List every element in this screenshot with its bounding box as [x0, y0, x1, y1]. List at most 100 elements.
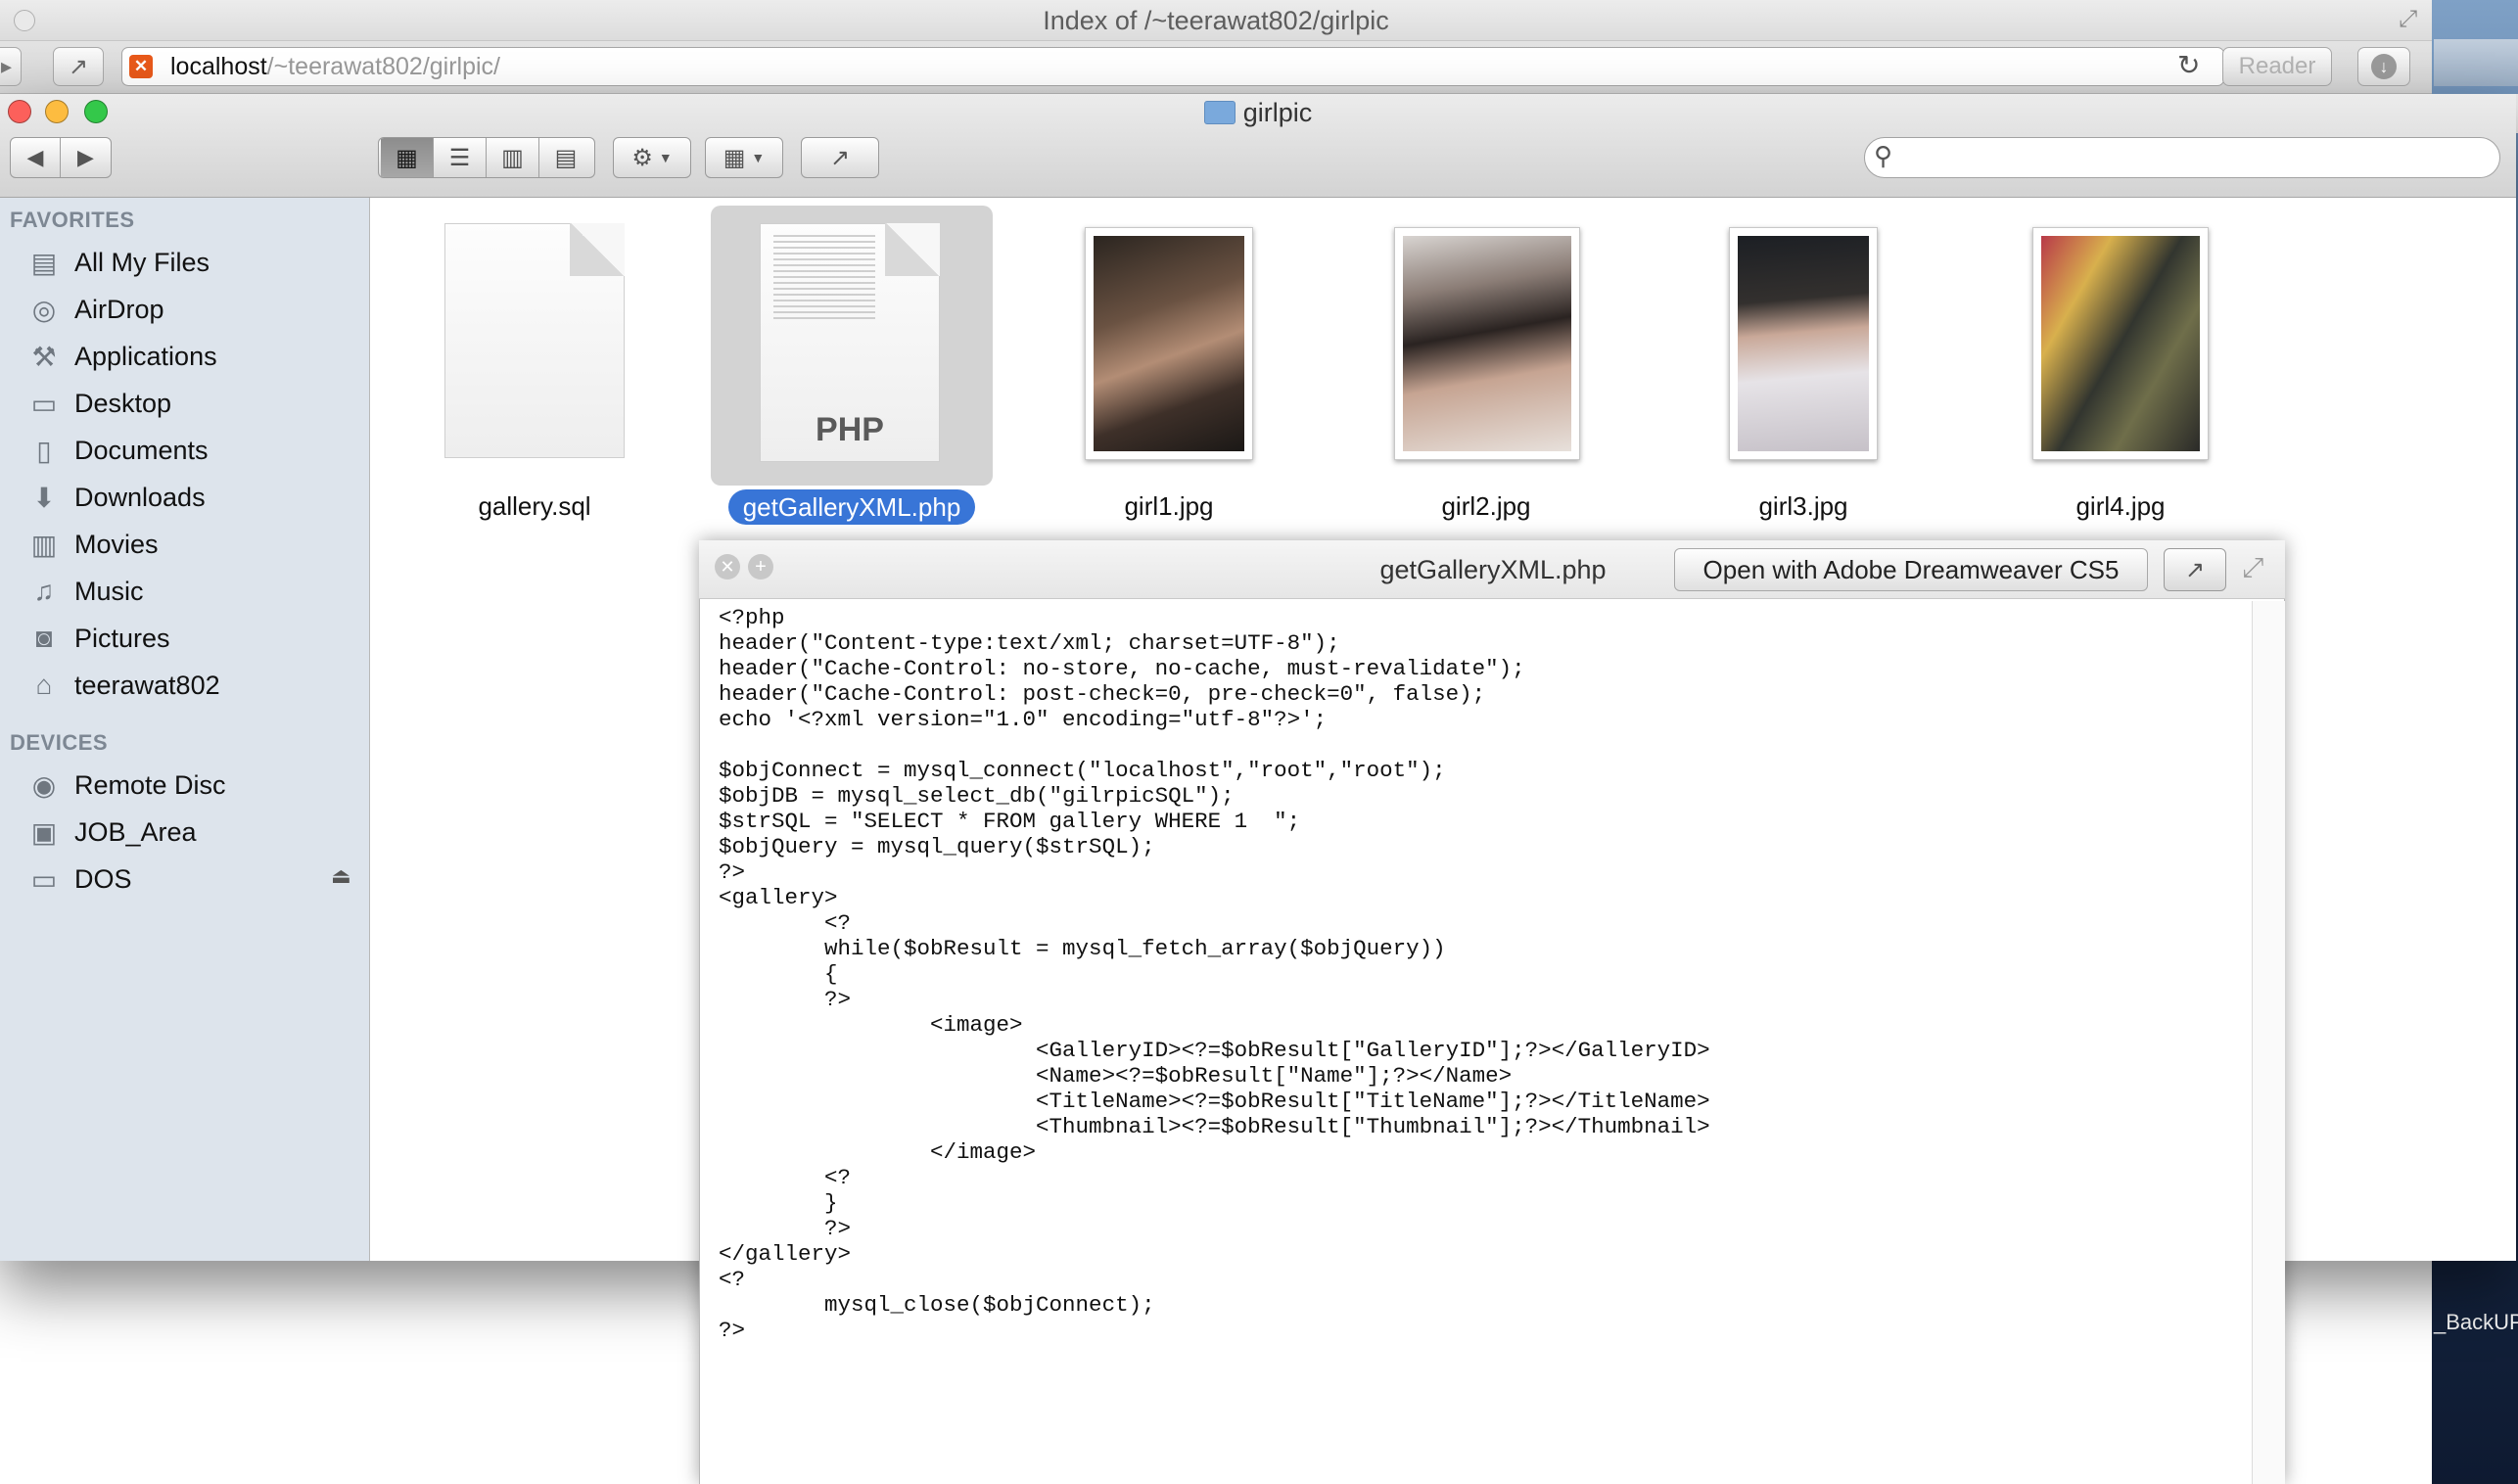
quicklook-scrollbar[interactable] — [2252, 601, 2285, 1484]
home-icon: ⌂ — [35, 670, 53, 700]
sidebar-item-all-my-files[interactable]: ▤ All My Files — [27, 243, 210, 282]
image-thumbnail[interactable] — [2032, 227, 2209, 460]
documents-icon: ▯ — [36, 435, 52, 466]
desktop-item-label[interactable]: _BackUP — [2434, 1310, 2518, 1335]
favorites-heading: FAVORITES — [10, 208, 135, 232]
drive-icon: ▭ — [30, 863, 58, 895]
icon-view-button[interactable]: ▦ — [381, 138, 434, 177]
sidebar-item-label: Desktop — [74, 388, 172, 418]
fullscreen-plus-icon[interactable]: + — [748, 554, 773, 580]
xampp-favicon-icon: ✕ — [129, 55, 153, 78]
list-view-icon: ☰ — [448, 144, 471, 171]
music-icon: ♫ — [33, 576, 55, 606]
eject-icon[interactable]: ⏏ — [331, 863, 351, 889]
folder-icon — [1203, 101, 1236, 124]
back-arrow-icon: ◀ — [26, 145, 44, 169]
expand-icon[interactable]: ⤢ — [2242, 552, 2263, 584]
chevron-down-icon: ▼ — [751, 150, 766, 165]
finder-share-button[interactable]: ↗ — [801, 137, 879, 178]
finder-title: girlpic — [0, 94, 2516, 131]
url-host: localhost — [170, 53, 267, 80]
gear-icon: ⚙ — [631, 144, 653, 171]
sidebar-item-movies[interactable]: ▥ Movies — [27, 525, 159, 564]
sidebar-item-label: AirDrop — [74, 294, 164, 324]
sidebar-item-remote-disc[interactable]: ◉ Remote Disc — [27, 765, 226, 805]
sidebar-item-label: Documents — [74, 435, 209, 465]
sidebar-item-label: DOS — [74, 863, 132, 894]
sidebar-item-music[interactable]: ♫ Music — [27, 572, 144, 611]
download-icon: ↓ — [2371, 54, 2397, 79]
file-name-label[interactable]: girl2.jpg — [1339, 491, 1633, 522]
quicklook-title: getGalleryXML.php — [1379, 555, 1607, 584]
image-thumbnail[interactable] — [1729, 227, 1878, 460]
list-view-button[interactable]: ☰ — [434, 138, 487, 177]
open-with-button[interactable]: Open with Adobe Dreamweaver CS5 — [1674, 548, 2148, 591]
photo-girl3 — [1738, 236, 1869, 451]
sidebar-item-label: Movies — [74, 529, 159, 559]
back-button[interactable]: ▸ — [0, 47, 22, 86]
column-view-icon: ▥ — [501, 144, 524, 171]
sidebar-item-desktop[interactable]: ▭ Desktop — [27, 384, 171, 423]
file-name-label[interactable]: girl1.jpg — [1022, 491, 1316, 522]
sidebar-item-dos[interactable]: ▭ DOS — [27, 859, 132, 899]
back-forward-control: ◀ ▶ — [10, 137, 112, 178]
all-files-icon: ▤ — [30, 247, 58, 278]
sidebar-item-label: All My Files — [74, 247, 210, 277]
image-thumbnail[interactable] — [1085, 227, 1253, 460]
share-button[interactable]: ↗ — [53, 47, 104, 86]
sidebar-item-label: teerawat802 — [74, 670, 220, 700]
share-icon: ↗ — [68, 53, 89, 80]
close-icon[interactable]: ✕ — [715, 554, 740, 580]
share-icon: ↗ — [829, 144, 851, 171]
finder-back-button[interactable]: ◀ — [11, 138, 62, 177]
share-icon: ↗ — [2184, 556, 2206, 583]
disc-icon: ◉ — [31, 769, 57, 801]
search-icon: ⚲ — [1874, 141, 1893, 170]
file-name-label[interactable]: getGalleryXML.php — [705, 492, 999, 523]
sidebar-item-airdrop[interactable]: ◎ AirDrop — [27, 290, 164, 329]
reload-icon[interactable]: ↻ — [2177, 49, 2200, 81]
file-name-label[interactable]: girl4.jpg — [1974, 491, 2267, 522]
code-preview-thumbnail — [773, 235, 875, 323]
page-fold-icon — [570, 223, 625, 276]
airdrop-icon: ◎ — [31, 294, 57, 325]
sidebar-item-documents[interactable]: ▯ Documents — [27, 431, 209, 470]
forward-arrow-icon: ▶ — [77, 145, 94, 169]
sidebar-item-label: Applications — [74, 341, 217, 371]
action-menu-button[interactable]: ⚙ ▼ — [613, 137, 691, 178]
downloads-button[interactable]: ↓ — [2357, 47, 2410, 86]
fullscreen-icon[interactable]: ⤢ — [2399, 6, 2426, 33]
photo-girl1 — [1094, 236, 1244, 451]
finder-forward-button[interactable]: ▶ — [61, 138, 111, 177]
arrange-menu-button[interactable]: ▦ ▼ — [705, 137, 783, 178]
sidebar-item-label: JOB_Area — [74, 816, 197, 847]
desktop-window-thumbnail — [2434, 39, 2518, 86]
sidebar-item-home[interactable]: ⌂ teerawat802 — [27, 666, 220, 705]
file-name-label[interactable]: girl3.jpg — [1656, 491, 1950, 522]
sidebar-item-applications[interactable]: ⚒ Applications — [27, 337, 217, 376]
coverflow-view-button[interactable]: ▤ — [539, 138, 592, 177]
finder-title-text: girlpic — [1242, 98, 1313, 127]
sidebar-item-job-area[interactable]: ▣ JOB_Area — [27, 812, 197, 852]
desktop-icon: ▭ — [30, 388, 58, 419]
chevron-down-icon: ▼ — [658, 150, 673, 165]
sidebar-item-downloads[interactable]: ⬇ Downloads — [27, 478, 206, 517]
photo-girl4 — [2041, 236, 2200, 451]
view-mode-control: ▦ ☰ ▥ ▤ — [378, 137, 595, 178]
sidebar-item-label: Remote Disc — [74, 769, 226, 800]
arrange-icon: ▦ — [723, 144, 746, 171]
url-path: /~teerawat802/girlpic/ — [266, 53, 501, 80]
column-view-button[interactable]: ▥ — [487, 138, 539, 177]
coverflow-view-icon: ▤ — [554, 144, 578, 171]
applications-icon: ⚒ — [31, 341, 57, 372]
quicklook-share-button[interactable]: ↗ — [2164, 548, 2226, 591]
file-name-label[interactable]: gallery.sql — [388, 491, 681, 522]
sidebar-item-label: Downloads — [74, 482, 206, 512]
url-text: localhost/~teerawat802/girlpic/ — [170, 49, 500, 84]
php-badge: PHP — [816, 411, 884, 448]
image-thumbnail[interactable] — [1394, 227, 1580, 460]
reader-button[interactable]: Reader — [2222, 47, 2332, 86]
movies-icon: ▥ — [30, 529, 58, 560]
finder-search-input[interactable] — [1864, 137, 2500, 178]
sidebar-item-pictures[interactable]: ◙ Pictures — [27, 619, 170, 658]
